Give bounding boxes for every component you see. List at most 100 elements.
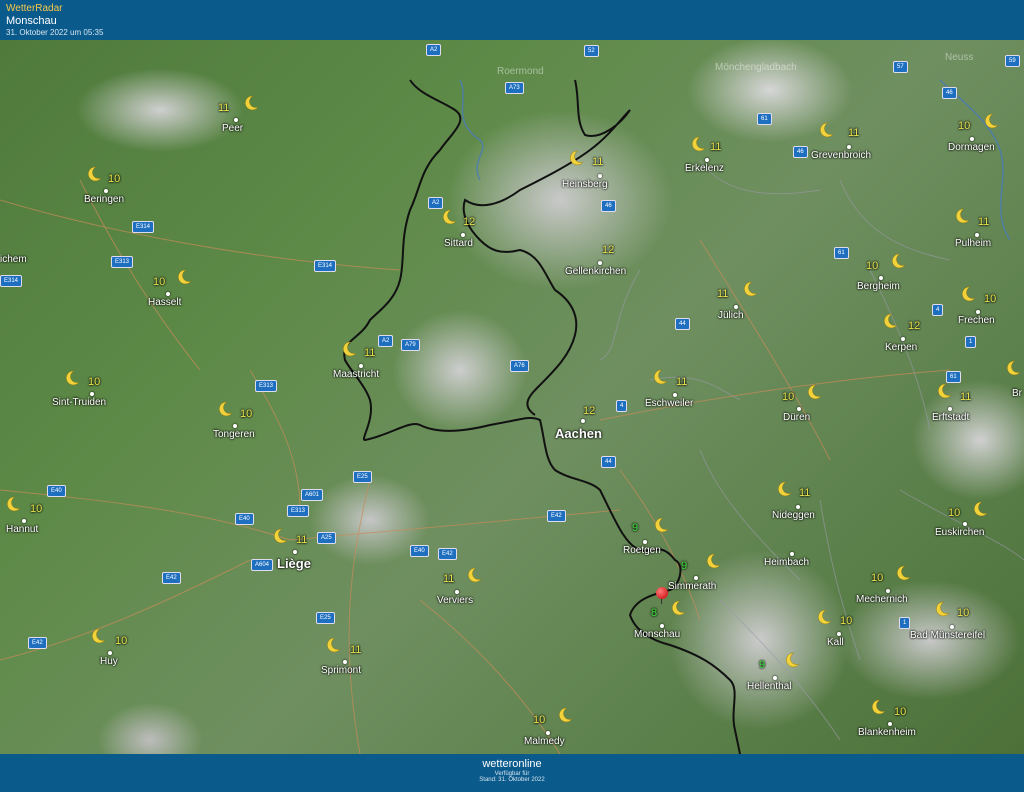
road-shield: 46 — [793, 146, 808, 158]
city-dot — [233, 424, 237, 428]
city-label[interactable]: Euskirchen — [935, 527, 984, 538]
city-label[interactable]: Roermond — [497, 66, 544, 77]
city-label[interactable]: Liège — [277, 556, 311, 571]
city-label[interactable]: Pulheim — [955, 238, 991, 249]
road-shield: 61 — [757, 113, 772, 125]
city-label[interactable]: Hellenthal — [747, 681, 791, 692]
road-shield: E25 — [316, 612, 335, 624]
city-label[interactable]: Roetgen — [623, 545, 661, 556]
city-label[interactable]: Mechernich — [856, 594, 908, 605]
city-dot — [22, 519, 26, 523]
city-label[interactable]: ichem — [0, 254, 27, 265]
city-dot — [234, 118, 238, 122]
moon-icon — [897, 565, 911, 581]
city-label[interactable]: Tongeren — [213, 429, 255, 440]
city-dot — [166, 292, 170, 296]
temperature-value: 11 — [676, 376, 688, 388]
city-label[interactable]: Dormagen — [948, 142, 995, 153]
city-label[interactable]: Hannut — [6, 524, 38, 535]
city-label[interactable]: Kerpen — [885, 342, 917, 353]
city-dot — [886, 589, 890, 593]
city-label[interactable]: Düren — [783, 412, 810, 423]
city-label[interactable]: Bad Münstereifel — [910, 630, 985, 641]
temperature-value: 10 — [240, 408, 253, 420]
city-label[interactable]: Kall — [827, 637, 844, 648]
moon-icon — [655, 517, 669, 533]
location-pin[interactable] — [656, 587, 668, 599]
city-label[interactable]: Sint-Truiden — [52, 397, 106, 408]
city-label[interactable]: Huy — [100, 656, 118, 667]
temperature-value: 11 — [592, 156, 604, 168]
moon-icon — [707, 553, 721, 569]
city-label[interactable]: Peer — [222, 123, 243, 134]
temperature-value: 10 — [30, 503, 43, 515]
city-label[interactable]: Nideggen — [772, 510, 815, 521]
city-dot — [643, 540, 647, 544]
city-label[interactable]: Beringen — [84, 194, 124, 205]
city-label[interactable]: Bergheim — [857, 281, 900, 292]
city-label[interactable]: Grevenbroich — [811, 150, 871, 161]
road-shield: A2 — [428, 197, 444, 209]
city-label[interactable]: Gellenkirchen — [565, 266, 626, 277]
moon-icon — [66, 370, 80, 386]
temperature-value: 10 — [108, 173, 121, 185]
city-label[interactable]: Jülich — [718, 310, 744, 321]
temperature-value: 10 — [957, 607, 970, 619]
city-label[interactable]: Simmerath — [668, 581, 716, 592]
temperature-value: 10 — [153, 276, 166, 288]
brand-title[interactable]: WetterRadar — [6, 3, 1018, 15]
city-label[interactable]: Erkelenz — [685, 163, 724, 174]
city-label[interactable]: Verviers — [437, 595, 473, 606]
city-label[interactable]: Frechen — [958, 315, 995, 326]
moon-icon — [962, 286, 976, 302]
city-dot — [694, 576, 698, 580]
temperature-value: 9 — [632, 522, 639, 534]
moon-icon — [559, 707, 573, 723]
city-label[interactable]: Blankenheim — [858, 727, 916, 738]
city-dot — [108, 651, 112, 655]
road-shield: 59 — [1005, 55, 1020, 67]
city-dot — [598, 261, 602, 265]
city-label[interactable]: Malmedy — [524, 736, 565, 747]
city-dot — [797, 407, 801, 411]
city-dot — [796, 505, 800, 509]
city-dot — [705, 158, 709, 162]
temperature-value: 11 — [978, 216, 990, 228]
city-label[interactable]: Br — [1012, 388, 1022, 399]
city-label[interactable]: Heinsberg — [562, 179, 608, 190]
city-label[interactable]: Monschau — [634, 629, 680, 640]
city-label[interactable]: Sprimont — [321, 665, 361, 676]
temperature-value: 11 — [717, 288, 729, 300]
moon-icon — [936, 601, 950, 617]
road-shield: A604 — [251, 559, 274, 571]
city-label[interactable]: Mönchengladbach — [715, 62, 797, 73]
timestamp: 31. Oktober 2022 um 05:35 — [6, 28, 104, 37]
city-label[interactable]: Heimbach — [764, 557, 809, 568]
temperature-value: 10 — [533, 714, 546, 726]
moon-icon — [938, 383, 952, 399]
city-label[interactable]: Neuss — [945, 52, 973, 63]
city-label[interactable]: Sittard — [444, 238, 473, 249]
moon-icon — [818, 609, 832, 625]
moon-icon — [178, 269, 192, 285]
city-label[interactable]: Aachen — [555, 426, 602, 441]
city-label[interactable]: Hasselt — [148, 297, 181, 308]
moon-icon — [892, 253, 906, 269]
city-label[interactable]: Maastricht — [333, 369, 379, 380]
road-shield: 44 — [675, 318, 690, 330]
location-name: Monschau — [6, 15, 57, 27]
city-dot — [546, 731, 550, 735]
moon-icon — [327, 637, 341, 653]
road-shield: 52 — [584, 45, 599, 57]
temperature-value: 11 — [960, 391, 972, 403]
header-bar: WetterRadar Monschau 31. Oktober 2022 um… — [0, 0, 1024, 40]
city-label[interactable]: Erftstadt — [932, 412, 969, 423]
moon-icon — [7, 496, 21, 512]
city-dot — [455, 590, 459, 594]
city-label[interactable]: Eschweiler — [645, 398, 693, 409]
wetteronline-logo[interactable]: wetteronline — [0, 758, 1024, 770]
road-shield: 44 — [601, 456, 616, 468]
temperature-value: 10 — [958, 120, 971, 132]
city-dot — [461, 233, 465, 237]
weather-map[interactable]: A2 52 57 59 A73 46 61 46 A2 46 E314 E313 E314 E314 61 4… — [0, 40, 1024, 754]
